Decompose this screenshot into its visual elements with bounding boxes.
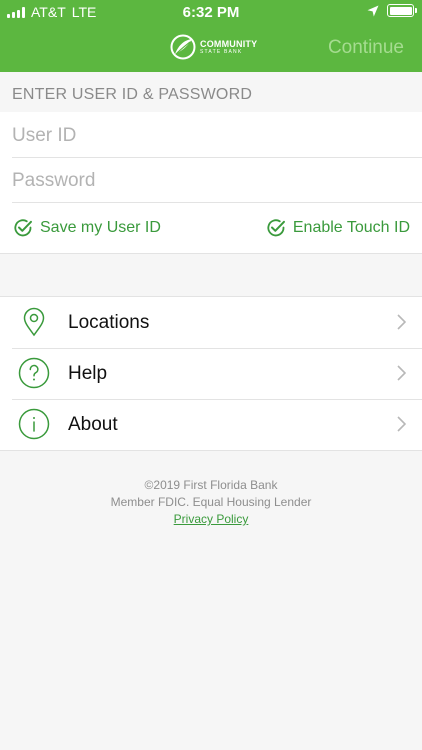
chevron-right-icon xyxy=(397,365,406,381)
question-circle-icon xyxy=(18,357,50,389)
status-right-group xyxy=(367,4,417,17)
menu-item-help[interactable]: Help xyxy=(0,348,422,399)
battery-icon xyxy=(387,4,417,17)
app-header: AT&T LTE 6:32 PM COMMUNITY STATE BANK Co… xyxy=(0,0,422,72)
check-circle-icon xyxy=(14,219,32,237)
member-fdic-text: Member FDIC. Equal Housing Lender xyxy=(110,495,312,509)
enable-touch-id-label: Enable Touch ID xyxy=(292,219,410,236)
logo-line1: COMMUNITY xyxy=(200,38,258,49)
login-card: Save my User ID Enable Touch ID xyxy=(0,112,422,254)
logo-line2: STATE BANK xyxy=(200,48,243,55)
menu-item-label: About xyxy=(68,413,118,435)
password-input[interactable] xyxy=(12,159,422,203)
continue-button[interactable]: Continue xyxy=(328,37,404,59)
menu-list: Locations Help About xyxy=(0,296,422,451)
status-bar: AT&T LTE 6:32 PM xyxy=(0,0,422,24)
chevron-right-icon xyxy=(397,314,406,330)
logo-text: COMMUNITY STATE BANK xyxy=(200,38,258,55)
location-pin-icon xyxy=(23,307,45,337)
menu-item-label: Locations xyxy=(68,311,150,333)
menu-item-locations[interactable]: Locations xyxy=(0,297,422,348)
enable-touch-id-toggle[interactable]: Enable Touch ID xyxy=(266,218,410,238)
check-circle-icon xyxy=(267,219,285,237)
info-circle-icon xyxy=(18,408,50,440)
bank-logo: COMMUNITY STATE BANK xyxy=(170,34,257,60)
user-id-input[interactable] xyxy=(12,114,422,158)
menu-item-about[interactable]: About xyxy=(0,399,422,450)
privacy-policy-link[interactable]: Privacy Policy xyxy=(174,512,249,526)
menu-item-label: Help xyxy=(68,362,108,384)
login-section-title: ENTER USER ID & PASSWORD xyxy=(12,86,253,103)
status-time: 6:32 PM xyxy=(182,4,240,21)
copyright-text: ©2019 First Florida Bank xyxy=(144,478,278,492)
chevron-right-icon xyxy=(397,416,406,432)
save-user-id-toggle[interactable]: Save my User ID xyxy=(13,218,161,238)
location-arrow-icon xyxy=(367,5,379,16)
battery-level xyxy=(389,6,412,15)
leaf-logo-icon xyxy=(170,34,196,60)
footer: ©2019 First Florida Bank Member FDIC. Eq… xyxy=(0,477,422,528)
save-user-id-label: Save my User ID xyxy=(40,219,161,236)
